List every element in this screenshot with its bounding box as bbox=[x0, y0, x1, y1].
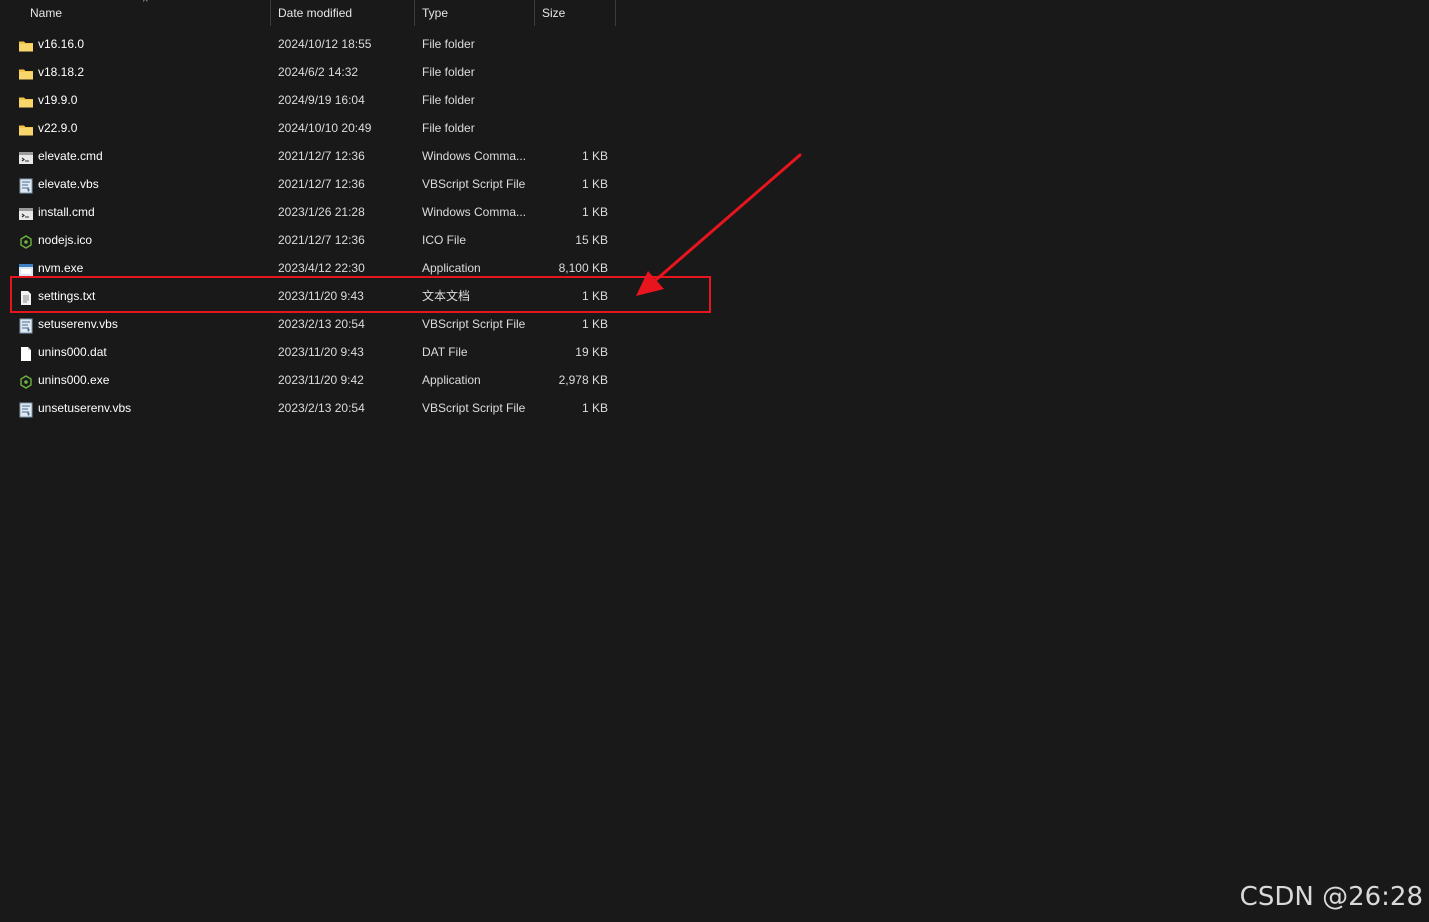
file-explorer: Name ^ Date modified Type Size v16.16.0 2… bbox=[0, 0, 1429, 922]
file-name: v18.18.2 bbox=[38, 65, 85, 79]
file-row[interactable]: elevate.vbs 2021/12/7 12:36 VBScript Scrip… bbox=[0, 170, 616, 198]
blank-file-icon bbox=[18, 344, 34, 361]
file-type: File folder bbox=[422, 93, 475, 107]
cmd-file-icon bbox=[18, 148, 34, 164]
column-divider[interactable] bbox=[615, 0, 616, 26]
file-list: v16.16.0 2024/10/12 18:55 File folder v18.1… bbox=[0, 30, 616, 422]
vbs-file-icon bbox=[18, 400, 34, 418]
file-type: VBScript Script File bbox=[422, 401, 526, 415]
file-row[interactable]: v18.18.2 2024/6/2 14:32 File folder bbox=[0, 58, 616, 86]
file-row[interactable]: elevate.cmd 2021/12/7 12:36 Windows Comma.… bbox=[0, 142, 616, 170]
file-type: File folder bbox=[422, 65, 475, 79]
file-row[interactable]: v22.9.0 2024/10/10 20:49 File folder bbox=[0, 114, 616, 142]
file-type: File folder bbox=[422, 37, 475, 51]
file-size: 1 KB bbox=[581, 177, 608, 191]
folder-icon bbox=[18, 120, 34, 136]
file-date-modified: 2023/11/20 9:43 bbox=[278, 345, 364, 359]
file-date-modified: 2024/6/2 14:32 bbox=[278, 65, 359, 79]
column-divider[interactable] bbox=[270, 0, 271, 26]
file-row[interactable]: nodejs.ico 2021/12/7 12:36 ICO File 15 KB bbox=[0, 226, 616, 254]
file-size: 1 KB bbox=[581, 149, 608, 163]
file-date-modified: 2023/1/26 21:28 bbox=[278, 205, 365, 219]
file-size: 1 KB bbox=[581, 317, 608, 331]
file-name: unins000.exe bbox=[38, 373, 110, 387]
file-date-modified: 2021/12/7 12:36 bbox=[278, 177, 365, 191]
file-date-modified: 2024/10/10 20:49 bbox=[278, 121, 372, 135]
cmd-file-icon bbox=[18, 204, 34, 220]
file-row[interactable]: v19.9.0 2024/9/19 16:04 File folder bbox=[0, 86, 616, 114]
file-size: 19 KB bbox=[575, 345, 608, 359]
file-date-modified: 2023/2/13 20:54 bbox=[278, 401, 365, 415]
folder-icon bbox=[18, 64, 34, 80]
file-type: VBScript Script File bbox=[422, 317, 526, 331]
file-name: v19.9.0 bbox=[38, 93, 78, 107]
folder-icon bbox=[18, 92, 34, 108]
file-row[interactable]: setuserenv.vbs 2023/2/13 20:54 VBScript Sc… bbox=[0, 310, 616, 338]
column-header-size[interactable]: Size bbox=[542, 0, 614, 26]
exe-window-icon bbox=[18, 260, 34, 276]
nodejs-icon bbox=[18, 372, 34, 389]
file-type: VBScript Script File bbox=[422, 177, 526, 191]
file-type: File folder bbox=[422, 121, 475, 135]
highlight-annotation-box bbox=[10, 276, 711, 313]
file-row[interactable]: unins000.dat 2023/11/20 9:43 DAT File 19 KB bbox=[0, 338, 616, 366]
file-name: elevate.vbs bbox=[38, 177, 99, 191]
file-type: ICO File bbox=[422, 233, 467, 247]
column-divider[interactable] bbox=[414, 0, 415, 26]
file-date-modified: 2021/12/7 12:36 bbox=[278, 149, 365, 163]
file-date-modified: 2024/9/19 16:04 bbox=[278, 93, 365, 107]
file-date-modified: 2023/2/13 20:54 bbox=[278, 317, 365, 331]
file-size: 1 KB bbox=[581, 205, 608, 219]
column-header-date-modified[interactable]: Date modified bbox=[278, 0, 414, 26]
file-row[interactable]: unins000.exe 2023/11/20 9:42 Application 2,… bbox=[0, 366, 616, 394]
file-name: v16.16.0 bbox=[38, 37, 85, 51]
file-type: DAT File bbox=[422, 345, 468, 359]
file-date-modified: 2023/11/20 9:42 bbox=[278, 373, 364, 387]
column-header-name[interactable]: Name bbox=[30, 0, 270, 26]
file-type: Application bbox=[422, 373, 481, 387]
file-size: 2,978 KB bbox=[558, 373, 608, 387]
column-header: Name ^ Date modified Type Size bbox=[0, 0, 616, 26]
column-header-type[interactable]: Type bbox=[422, 0, 534, 26]
file-type: Windows Comma... bbox=[422, 205, 527, 219]
file-name: elevate.cmd bbox=[38, 149, 103, 163]
file-name: setuserenv.vbs bbox=[38, 317, 118, 331]
file-name: nodejs.ico bbox=[38, 233, 93, 247]
file-row[interactable]: install.cmd 2023/1/26 21:28 Windows Comma.… bbox=[0, 198, 616, 226]
watermark: CSDN @26:28 bbox=[1239, 882, 1423, 912]
file-name: v22.9.0 bbox=[38, 121, 78, 135]
nodejs-icon bbox=[18, 232, 34, 249]
file-row[interactable]: unsetuserenv.vbs 2023/2/13 20:54 VBScript … bbox=[0, 394, 616, 422]
file-name: unsetuserenv.vbs bbox=[38, 401, 132, 415]
file-date-modified: 2021/12/7 12:36 bbox=[278, 233, 365, 247]
vbs-file-icon bbox=[18, 316, 34, 334]
file-size: 1 KB bbox=[581, 401, 608, 415]
file-row[interactable]: v16.16.0 2024/10/12 18:55 File folder bbox=[0, 30, 616, 58]
file-type: Windows Comma... bbox=[422, 149, 527, 163]
file-name: unins000.dat bbox=[38, 345, 107, 359]
file-date-modified: 2024/10/12 18:55 bbox=[278, 37, 372, 51]
file-size: 15 KB bbox=[575, 233, 608, 247]
sort-ascending-icon: ^ bbox=[143, 0, 148, 8]
folder-icon bbox=[18, 36, 34, 52]
file-name: install.cmd bbox=[38, 205, 95, 219]
column-divider[interactable] bbox=[534, 0, 535, 26]
vbs-file-icon bbox=[18, 176, 34, 194]
